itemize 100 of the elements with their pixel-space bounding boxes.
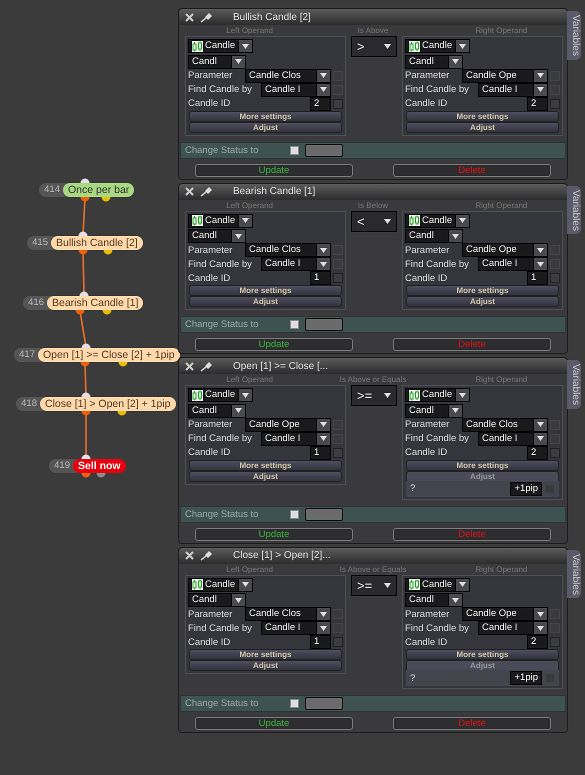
pin-icon[interactable]	[200, 550, 213, 561]
source-dropdown[interactable]: Candle	[188, 214, 254, 228]
find-by-dropdown[interactable]: Candle I	[261, 82, 331, 96]
variables-tab[interactable]: Variables	[567, 11, 581, 60]
parameter-dropdown[interactable]: Candle Ope	[462, 607, 548, 621]
operator-dropdown[interactable]: >	[351, 36, 397, 57]
source-dropdown[interactable]: Candle	[188, 39, 254, 53]
close-icon[interactable]	[185, 551, 194, 560]
input-port[interactable]	[80, 178, 90, 183]
candle-id-field[interactable]: 1	[310, 446, 331, 460]
output-port[interactable]	[76, 310, 84, 314]
pin-icon[interactable]	[200, 360, 213, 372]
color-swatch[interactable]	[305, 697, 344, 710]
secondary-port[interactable]	[118, 362, 128, 366]
checkbox[interactable]	[333, 637, 343, 647]
checkbox[interactable]	[333, 98, 343, 108]
parameter-dropdown[interactable]: Candle Ope	[462, 68, 548, 82]
subtype-dropdown[interactable]: Candl	[405, 229, 463, 243]
more-settings-button[interactable]: More settings	[406, 285, 559, 296]
parameter-dropdown[interactable]: Candle Clos	[245, 243, 331, 257]
find-by-dropdown[interactable]: Candle I	[261, 257, 331, 271]
input-port[interactable]	[82, 344, 90, 348]
candle-id-field[interactable]: 2	[527, 96, 548, 110]
adjust-button[interactable]: Adjust	[189, 470, 342, 482]
more-settings-button[interactable]: More settings	[189, 649, 342, 660]
operator-dropdown[interactable]: <	[351, 210, 397, 232]
more-settings-button[interactable]: More settings	[406, 649, 559, 660]
pin-icon[interactable]	[200, 186, 213, 197]
candle-id-field[interactable]: 1	[527, 271, 548, 285]
input-port[interactable]	[78, 232, 88, 236]
output-port[interactable]	[80, 362, 90, 366]
source-dropdown[interactable]: Candle	[188, 388, 254, 402]
update-button[interactable]: Update	[195, 338, 353, 351]
variables-tab[interactable]: Variables	[567, 360, 581, 409]
checkbox[interactable]	[290, 146, 300, 154]
parameter-dropdown[interactable]: Candle Clos	[245, 607, 331, 621]
checkbox[interactable]	[290, 699, 300, 708]
parameter-dropdown[interactable]: Candle Ope	[245, 418, 331, 432]
operator-dropdown[interactable]: >=	[351, 385, 397, 406]
checkbox[interactable]	[290, 510, 300, 518]
subtype-dropdown[interactable]: Candl	[405, 404, 463, 418]
update-button[interactable]: Update	[195, 164, 353, 176]
flow-node[interactable]: Bearish Candle [1]	[47, 296, 144, 310]
color-swatch[interactable]	[305, 318, 344, 331]
more-settings-button[interactable]: More settings	[406, 460, 559, 470]
flow-node[interactable]: Sell now	[73, 459, 126, 473]
output-port[interactable]	[82, 473, 90, 478]
adjust-button[interactable]: Adjust	[406, 122, 559, 132]
output-port[interactable]	[80, 197, 90, 202]
source-dropdown[interactable]: Candle	[405, 388, 470, 402]
operator-dropdown[interactable]: >=	[351, 574, 397, 596]
secondary-port[interactable]	[96, 473, 106, 478]
checkbox[interactable]	[290, 320, 300, 329]
source-dropdown[interactable]: Candle	[405, 214, 470, 228]
variables-tab[interactable]: Variables	[567, 550, 581, 598]
more-settings-button[interactable]: More settings	[406, 110, 559, 122]
flow-node[interactable]: Close [1] > Open [2] + 1pip	[40, 397, 176, 411]
subtype-dropdown[interactable]: Candl	[405, 593, 463, 607]
find-by-dropdown[interactable]: Candle I	[261, 432, 331, 446]
parameter-dropdown[interactable]: Candle Clos	[245, 68, 331, 82]
checkbox[interactable]	[550, 98, 560, 108]
adjust-button[interactable]: Adjust	[189, 660, 342, 671]
find-by-dropdown[interactable]: Candle I	[478, 621, 548, 635]
source-dropdown[interactable]: Candle	[188, 578, 254, 592]
source-dropdown[interactable]: Candle	[405, 39, 470, 53]
flow-node[interactable]: Open [1] >= Close [2] + 1pip	[38, 348, 180, 362]
input-port[interactable]	[82, 392, 90, 397]
update-button[interactable]: Update	[195, 717, 353, 730]
find-by-dropdown[interactable]: Candle I	[478, 257, 548, 271]
secondary-port[interactable]	[102, 310, 112, 314]
subtype-dropdown[interactable]: Candl	[405, 54, 463, 68]
checkbox[interactable]	[550, 637, 560, 647]
flow-node[interactable]: Once per bar	[63, 183, 134, 197]
subtype-dropdown[interactable]: Candl	[188, 593, 246, 607]
subtype-dropdown[interactable]: Candl	[188, 404, 246, 418]
more-settings-button[interactable]: More settings	[189, 285, 342, 296]
checkbox[interactable]	[550, 448, 560, 458]
candle-id-field[interactable]: 2	[310, 96, 331, 110]
input-port[interactable]	[80, 292, 88, 296]
color-swatch[interactable]	[305, 508, 344, 520]
candle-id-field[interactable]: 1	[310, 271, 331, 285]
variables-tab[interactable]: Variables	[567, 186, 581, 234]
adjust-button[interactable]: Adjust	[406, 296, 559, 307]
adjust-button[interactable]: Adjust	[189, 296, 342, 307]
parameter-dropdown[interactable]: Candle Ope	[462, 243, 548, 257]
flow-node[interactable]: Bullish Candle [2]	[51, 236, 143, 250]
candle-id-field[interactable]: 2	[527, 635, 548, 649]
checkbox[interactable]	[550, 273, 560, 283]
update-button[interactable]: Update	[195, 528, 353, 540]
checkbox[interactable]	[333, 273, 343, 283]
subtype-dropdown[interactable]: Candl	[188, 229, 246, 243]
find-by-dropdown[interactable]: Candle I	[261, 621, 331, 635]
candle-id-field[interactable]: 2	[527, 446, 548, 460]
output-port[interactable]	[82, 411, 90, 416]
adjust-field[interactable]: +1pip	[510, 482, 542, 496]
close-icon[interactable]	[185, 187, 194, 196]
input-port[interactable]	[82, 454, 90, 459]
close-icon[interactable]	[185, 362, 194, 370]
checkbox[interactable]	[333, 448, 343, 458]
secondary-port[interactable]	[104, 250, 112, 254]
